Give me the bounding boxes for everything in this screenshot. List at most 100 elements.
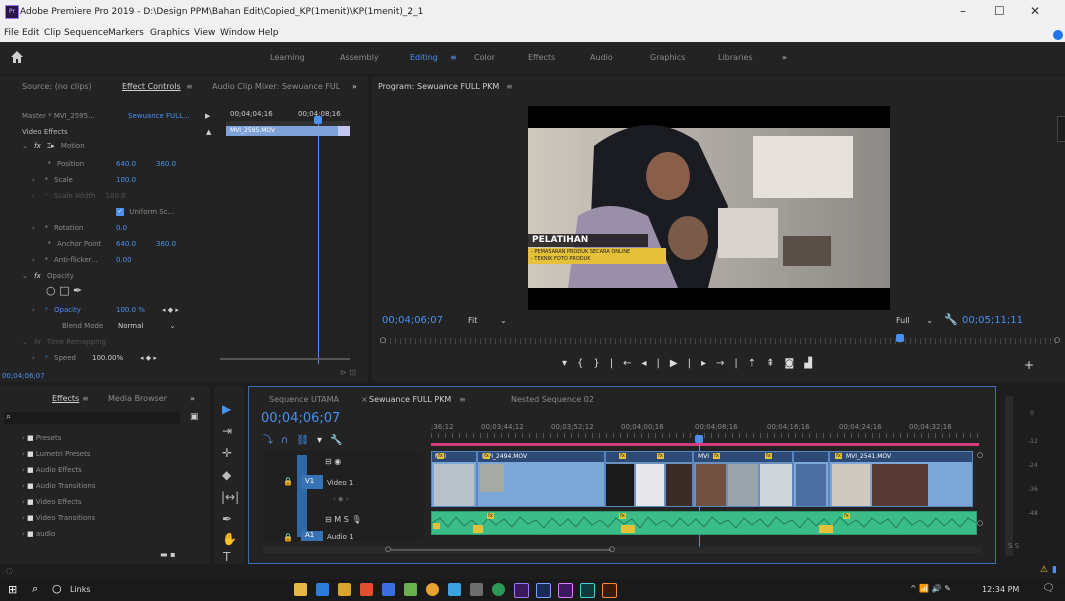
meter-solo-buttons[interactable]: S S <box>1008 542 1019 550</box>
mark-out-icon[interactable]: } <box>593 358 609 369</box>
stopwatch-active-icon[interactable]: ᐤ <box>45 306 48 314</box>
scroll-icon[interactable]: ▮ <box>1052 565 1057 575</box>
taskbar-app-icon[interactable] <box>470 583 483 596</box>
anti-flicker-value[interactable]: 0.00 <box>116 256 132 264</box>
timeline-timecode[interactable]: 00;04;06;07 <box>261 411 340 426</box>
workspace-editing[interactable]: Editing <box>410 53 438 62</box>
opacity-section-row[interactable]: ⌄ fx Opacity <box>22 272 74 280</box>
anchor-y-value[interactable]: 360.0 <box>156 240 176 248</box>
tab-nested-sequence-02[interactable]: Nested Sequence 02 <box>511 395 594 404</box>
sequence-tab-close-icon[interactable]: × <box>361 395 368 404</box>
fx-badge-icon[interactable]: fx <box>843 513 850 519</box>
chrome-icon[interactable] <box>426 583 439 596</box>
menu-view[interactable]: View <box>194 28 215 38</box>
effects-item-lumetri-presets[interactable]: › ■ Lumetri Presets <box>22 450 91 458</box>
tab-media-browser[interactable]: Media Browser <box>108 394 167 403</box>
video-clip[interactable] <box>605 451 693 507</box>
fx-icon[interactable]: fx <box>34 142 41 150</box>
play-icon[interactable]: ▶ <box>670 358 688 369</box>
fx-badge-icon[interactable]: fx <box>619 453 626 459</box>
fx-icon[interactable]: fx <box>34 272 41 280</box>
menu-markers[interactable]: Markers <box>108 28 144 38</box>
spotify-icon[interactable] <box>492 583 505 596</box>
add-marker-icon[interactable]: ▾ <box>562 358 577 369</box>
workspace-color[interactable]: Color <box>474 53 495 62</box>
anchor-x-value[interactable]: 640.0 <box>116 240 136 248</box>
menu-sequence[interactable]: Sequence <box>64 28 108 38</box>
help-icon[interactable] <box>1053 30 1063 40</box>
workspace-graphics[interactable]: Graphics <box>650 53 685 62</box>
new-custom-bin-icon[interactable]: ▬ ▪ <box>160 550 176 559</box>
add-marker-icon[interactable]: ▾ <box>317 435 330 446</box>
go-to-in-icon[interactable]: |← <box>610 358 642 369</box>
fx-badge-icon[interactable]: fx <box>437 453 444 459</box>
panel-more-icon[interactable]: » <box>352 82 357 91</box>
taskbar-app-icon[interactable] <box>316 583 329 596</box>
ec-zoom-slider[interactable] <box>220 358 350 360</box>
speed-keyframe-nav-icon[interactable]: ◂ ◆ ▸ <box>140 354 157 362</box>
motion-expand-icon[interactable]: ⌄ <box>22 142 28 150</box>
premiere-taskbar-icon[interactable] <box>514 583 529 598</box>
pen-mask-icon[interactable]: ✒ <box>73 284 82 297</box>
cortana-icon[interactable]: ○ <box>52 582 62 595</box>
file-explorer-icon[interactable] <box>294 583 307 596</box>
taskbar-app-icon[interactable] <box>558 583 573 598</box>
speed-expand-icon[interactable]: › <box>32 354 35 362</box>
wrench-icon[interactable]: 🔧 <box>944 313 958 326</box>
selection-tool-icon[interactable]: ▶ <box>222 402 231 416</box>
type-tool-icon[interactable]: T <box>223 550 230 564</box>
blend-mode-dropdown[interactable]: Normal ⌄ <box>118 322 175 330</box>
razor-tool-icon[interactable]: ◆ <box>222 468 231 482</box>
taskbar-app-icon[interactable] <box>382 583 395 596</box>
keyframe-controls[interactable]: ‹ ◆ › <box>333 495 348 503</box>
linked-selection-icon[interactable]: ⛓ <box>296 435 317 446</box>
ripple-edit-tool-icon[interactable]: ✛ <box>222 446 232 460</box>
monitor-scrollbar[interactable] <box>1057 116 1065 142</box>
transition-marker[interactable] <box>621 525 635 533</box>
ellipse-mask-icon[interactable]: ○ <box>46 284 56 297</box>
ec-clip-bar[interactable]: MVI_2595.MOV <box>226 126 338 136</box>
step-forward-icon[interactable]: |▸ <box>688 358 716 369</box>
scale-expand-icon[interactable]: › <box>32 176 35 184</box>
rectangle-mask-icon[interactable]: □ <box>59 284 69 297</box>
tab-effects[interactable]: Effects <box>52 394 79 403</box>
fx-badge-icon[interactable]: fx <box>835 453 842 459</box>
fx-badge-icon[interactable]: fx <box>483 453 490 459</box>
source-patch-v1[interactable] <box>297 455 307 537</box>
track-select-tool-icon[interactable]: ⇥ <box>222 424 232 438</box>
program-video-frame[interactable]: PELATIHAN - PEMASARAN PRODUK SECARA ONLI… <box>528 106 890 310</box>
menu-edit[interactable]: Edit <box>22 28 39 38</box>
tab-effect-controls[interactable]: Effect Controls <box>122 82 181 91</box>
ec-current-timecode[interactable]: 00;04;06;07 <box>2 372 45 380</box>
effects-item-audio-effects[interactable]: › ■ Audio Effects <box>22 466 82 474</box>
fx-badge-icon[interactable]: fx <box>713 453 720 459</box>
tab-audio-clip-mixer[interactable]: Audio Clip Mixer: Sewuance FUL <box>212 82 340 91</box>
taskbar-app-icon[interactable] <box>338 583 351 596</box>
work-area-bar[interactable] <box>431 443 979 446</box>
audio-track-controls[interactable]: ⊟ M S 🎙 <box>325 515 361 524</box>
taskbar-links-label[interactable]: Links <box>70 585 91 594</box>
taskbar-app-icon[interactable] <box>602 583 617 598</box>
position-x-value[interactable]: 640.0 <box>116 160 136 168</box>
effects-more-icon[interactable]: » <box>190 394 195 403</box>
tab-sequence-utama[interactable]: Sequence UTAMA <box>269 395 339 404</box>
timeline-playhead[interactable] <box>695 435 703 443</box>
maximize-button[interactable]: ☐ <box>994 4 1005 18</box>
snap-icon[interactable]: ∩ <box>281 435 296 446</box>
video-clip[interactable]: MVI <box>431 451 477 507</box>
lock-icon[interactable]: 🔒 <box>283 477 293 486</box>
program-current-timecode[interactable]: 00;04;06;07 <box>382 315 443 326</box>
pen-tool-icon[interactable]: ✒ <box>222 512 232 526</box>
fx-badge-icon[interactable]: fx <box>619 513 626 519</box>
ec-playhead[interactable] <box>314 116 322 124</box>
taskbar-app-icon[interactable] <box>536 583 551 598</box>
new-bin-icon[interactable]: ▣ <box>190 412 199 422</box>
close-button[interactable]: ✕ <box>1030 4 1040 18</box>
sequence-clip-dropdown[interactable]: Sewuance FULL... <box>128 112 190 120</box>
minimize-button[interactable]: – <box>960 4 966 18</box>
workspace-assembly[interactable]: Assembly <box>340 53 379 62</box>
timeline-menu-icon[interactable]: ≡ <box>459 395 466 404</box>
video-clip[interactable]: MVI_2541.MOV <box>829 451 973 507</box>
nest-icon[interactable]: ⤵ <box>263 435 281 446</box>
transition-marker[interactable] <box>819 525 833 533</box>
